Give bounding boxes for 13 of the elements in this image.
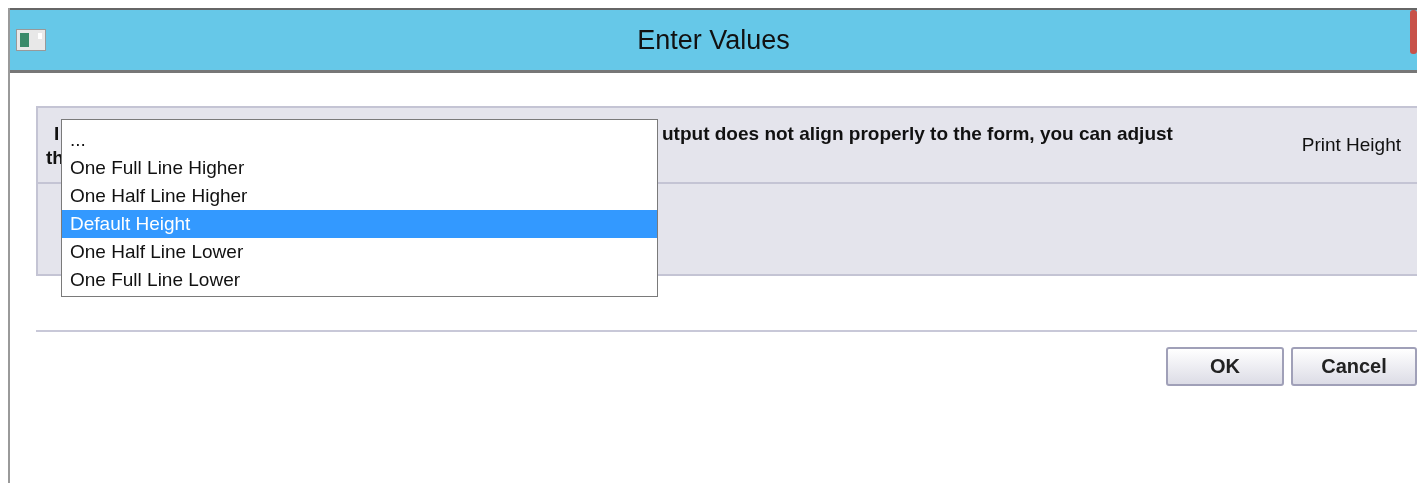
dropdown-option[interactable]: One Half Line Higher — [62, 182, 657, 210]
instruction-text: I — [54, 122, 60, 146]
dropdown-option[interactable]: One Full Line Higher — [62, 154, 657, 182]
dropdown-option[interactable]: One Full Line Lower — [62, 266, 657, 294]
window-icon — [16, 29, 46, 51]
instruction-text: utput does not align properly to the form, you can adjust — [662, 122, 1173, 146]
close-button[interactable] — [1410, 10, 1417, 54]
dropdown-option[interactable]: ... — [62, 126, 657, 154]
dropdown-option[interactable]: One Half Line Lower — [62, 238, 657, 266]
field-label: Print Height — [1301, 134, 1401, 156]
ok-button[interactable]: OK — [1166, 347, 1284, 386]
cancel-button[interactable]: Cancel — [1291, 347, 1417, 386]
window-title: Enter Values — [637, 24, 790, 56]
